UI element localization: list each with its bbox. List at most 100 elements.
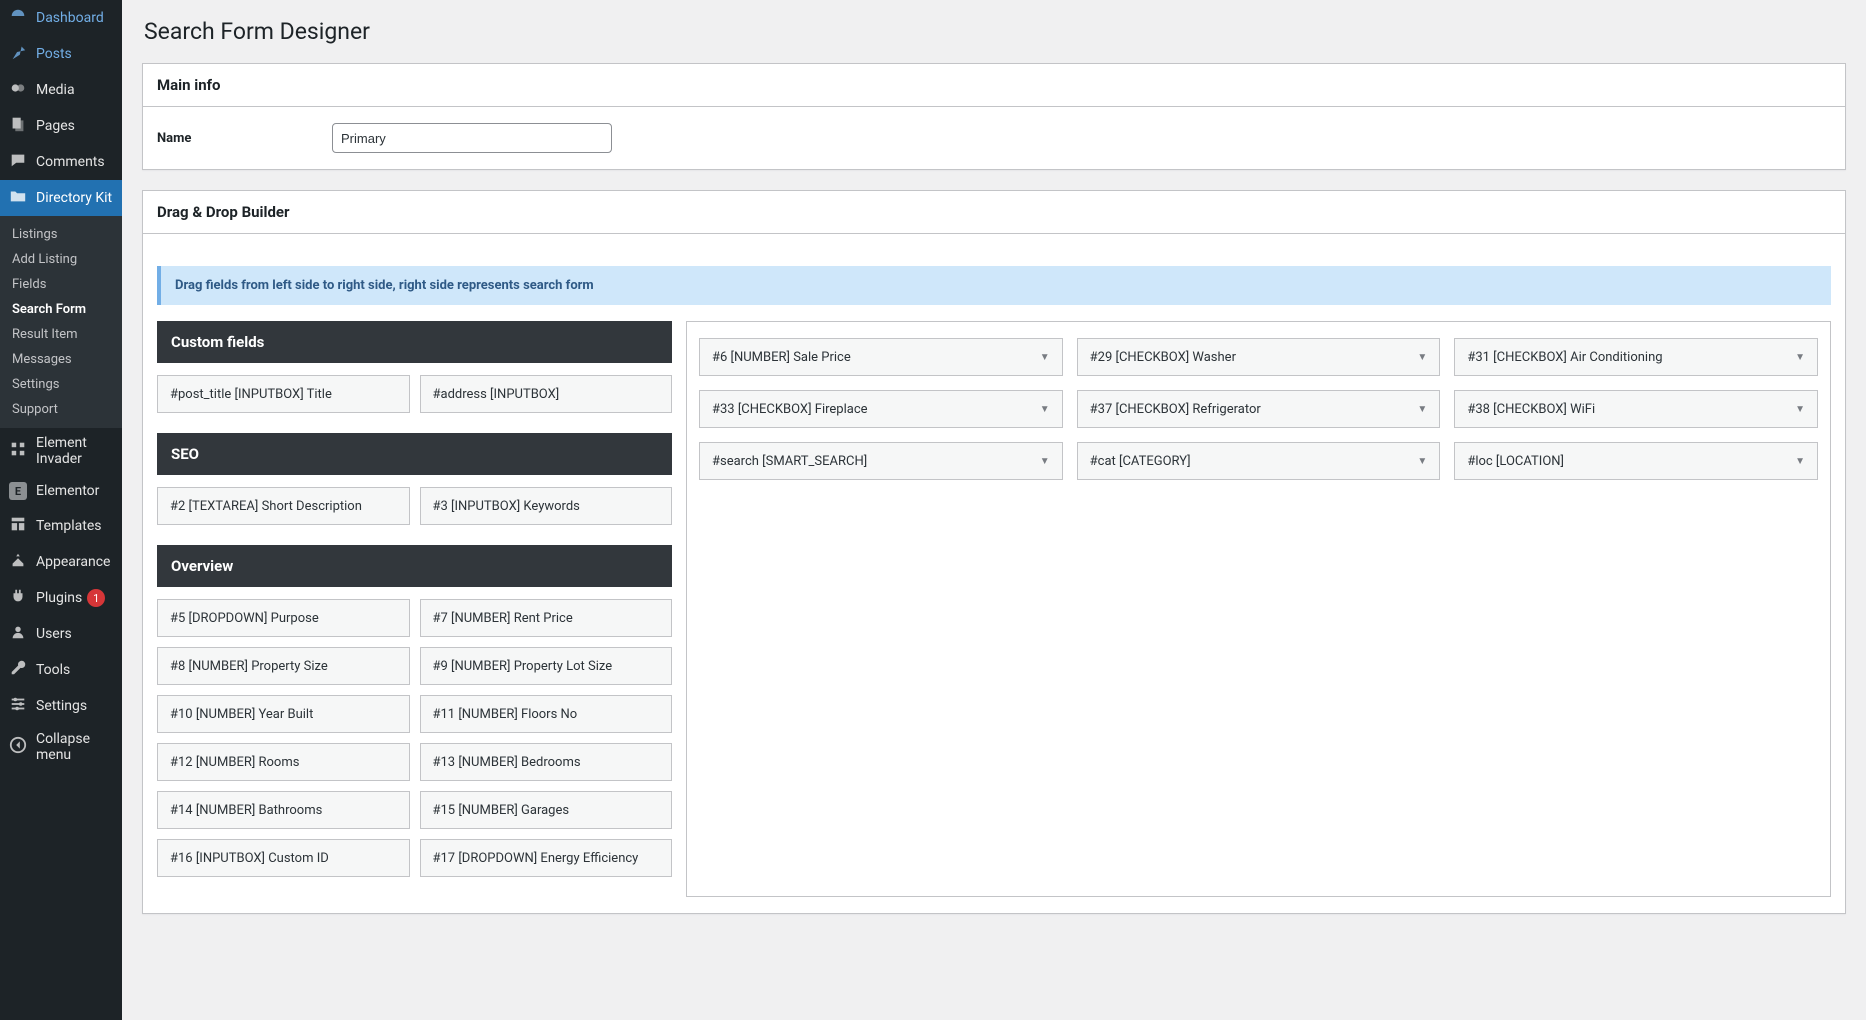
builder-form-fields[interactable]: #6 [NUMBER] Sale Price ▼ #29 [CHECKBOX] … (686, 321, 1831, 897)
form-field-label: #loc [LOCATION] (1467, 454, 1564, 469)
form-field-label: #6 [NUMBER] Sale Price (712, 350, 851, 365)
available-field[interactable]: #post_title [INPUTBOX] Title (157, 375, 410, 413)
form-field-label: #cat [CATEGORY] (1090, 454, 1191, 469)
sidebar-item-plugins[interactable]: Plugins 1 (0, 580, 122, 616)
form-field-label: #37 [CHECKBOX] Refrigerator (1090, 402, 1261, 417)
form-field[interactable]: #6 [NUMBER] Sale Price ▼ (699, 338, 1063, 376)
available-field[interactable]: #8 [NUMBER] Property Size (157, 647, 410, 685)
sidebar-item-label: Posts (36, 46, 72, 62)
form-field[interactable]: #37 [CHECKBOX] Refrigerator ▼ (1077, 390, 1441, 428)
sidebar-item-settings[interactable]: Settings (0, 688, 122, 724)
available-field[interactable]: #13 [NUMBER] Bedrooms (420, 743, 673, 781)
section-title-overview: Overview (157, 545, 672, 587)
page-title: Search Form Designer (144, 18, 1846, 45)
sidebar-item-pages[interactable]: Pages (0, 108, 122, 144)
sidebar-item-label: Templates (36, 518, 102, 534)
chevron-down-icon[interactable]: ▼ (1040, 404, 1050, 415)
grid-icon (8, 440, 28, 462)
form-field[interactable]: #loc [LOCATION] ▼ (1454, 442, 1818, 480)
available-field[interactable]: #9 [NUMBER] Property Lot Size (420, 647, 673, 685)
submenu-item-add-listing[interactable]: Add Listing (0, 247, 122, 272)
sidebar-item-users[interactable]: Users (0, 616, 122, 652)
form-field[interactable]: #38 [CHECKBOX] WiFi ▼ (1454, 390, 1818, 428)
available-field[interactable]: #7 [NUMBER] Rent Price (420, 599, 673, 637)
user-icon (8, 623, 28, 645)
submenu-item-settings[interactable]: Settings (0, 372, 122, 397)
chevron-down-icon[interactable]: ▼ (1795, 352, 1805, 363)
form-field[interactable]: #31 [CHECKBOX] Air Conditioning ▼ (1454, 338, 1818, 376)
pin-icon (8, 43, 28, 65)
sidebar-item-label: Tools (36, 662, 70, 678)
available-field[interactable]: #10 [NUMBER] Year Built (157, 695, 410, 733)
dashboard-icon (8, 7, 28, 29)
chevron-down-icon[interactable]: ▼ (1040, 352, 1050, 363)
submenu-item-search-form[interactable]: Search Form (0, 297, 122, 322)
media-icon (8, 79, 28, 101)
sidebar-item-elementor[interactable]: E Elementor (0, 474, 122, 508)
available-field[interactable]: #address [INPUTBOX] (420, 375, 673, 413)
submenu-item-messages[interactable]: Messages (0, 347, 122, 372)
form-field[interactable]: #33 [CHECKBOX] Fireplace ▼ (699, 390, 1063, 428)
sidebar-item-tools[interactable]: Tools (0, 652, 122, 688)
chevron-down-icon[interactable]: ▼ (1417, 456, 1427, 467)
sidebar-submenu: Listings Add Listing Fields Search Form … (0, 216, 122, 428)
form-field-label: #38 [CHECKBOX] WiFi (1467, 402, 1595, 417)
form-field-label: #29 [CHECKBOX] Washer (1090, 350, 1236, 365)
sidebar-item-label: Element Invader (36, 435, 114, 467)
sidebar-item-label: Media (36, 82, 75, 98)
submenu-item-fields[interactable]: Fields (0, 272, 122, 297)
chevron-down-icon[interactable]: ▼ (1795, 456, 1805, 467)
sliders-icon (8, 695, 28, 717)
name-row: Name (157, 123, 1831, 153)
sidebar-item-comments[interactable]: Comments (0, 144, 122, 180)
chevron-down-icon[interactable]: ▼ (1040, 456, 1050, 467)
sidebar-item-label: Plugins (36, 590, 82, 606)
sidebar-item-label: Collapse menu (36, 731, 114, 763)
collapse-icon (8, 736, 28, 758)
builder-header: Drag & Drop Builder (143, 191, 1845, 234)
available-field[interactable]: #3 [INPUTBOX] Keywords (420, 487, 673, 525)
builder-available-fields: Custom fields #post_title [INPUTBOX] Tit… (157, 321, 672, 897)
available-field[interactable]: #15 [NUMBER] Garages (420, 791, 673, 829)
available-field[interactable]: #16 [INPUTBOX] Custom ID (157, 839, 410, 877)
form-field-label: #search [SMART_SEARCH] (712, 454, 867, 469)
sidebar-item-templates[interactable]: Templates (0, 508, 122, 544)
chevron-down-icon[interactable]: ▼ (1417, 352, 1427, 363)
form-field[interactable]: #cat [CATEGORY] ▼ (1077, 442, 1441, 480)
chevron-down-icon[interactable]: ▼ (1417, 404, 1427, 415)
name-label: Name (157, 131, 332, 146)
available-field[interactable]: #5 [DROPDOWN] Purpose (157, 599, 410, 637)
plug-icon (8, 587, 28, 609)
sidebar-item-label: Dashboard (36, 10, 104, 26)
available-field[interactable]: #11 [NUMBER] Floors No (420, 695, 673, 733)
pages-icon (8, 115, 28, 137)
available-field[interactable]: #14 [NUMBER] Bathrooms (157, 791, 410, 829)
appearance-icon (8, 551, 28, 573)
main-info-header: Main info (143, 64, 1845, 107)
section-title-seo: SEO (157, 433, 672, 475)
form-field[interactable]: #29 [CHECKBOX] Washer ▼ (1077, 338, 1441, 376)
form-field[interactable]: #search [SMART_SEARCH] ▼ (699, 442, 1063, 480)
submenu-item-support[interactable]: Support (0, 397, 122, 422)
chevron-down-icon[interactable]: ▼ (1795, 404, 1805, 415)
name-input[interactable] (332, 123, 612, 153)
sidebar-item-element-invader[interactable]: Element Invader (0, 428, 122, 474)
available-field[interactable]: #2 [TEXTAREA] Short Description (157, 487, 410, 525)
sidebar-item-directory-kit[interactable]: Directory Kit (0, 180, 122, 216)
available-field[interactable]: #17 [DROPDOWN] Energy Efficiency (420, 839, 673, 877)
submenu-item-result-item[interactable]: Result Item (0, 322, 122, 347)
wrench-icon (8, 659, 28, 681)
available-field[interactable]: #12 [NUMBER] Rooms (157, 743, 410, 781)
sidebar-item-collapse[interactable]: Collapse menu (0, 724, 122, 770)
submenu-item-listings[interactable]: Listings (0, 222, 122, 247)
sidebar-item-posts[interactable]: Posts (0, 36, 122, 72)
sidebar-item-media[interactable]: Media (0, 72, 122, 108)
admin-sidebar: Dashboard Posts Media Pages Comments (0, 0, 122, 1020)
sidebar-item-appearance[interactable]: Appearance (0, 544, 122, 580)
elementor-icon: E (8, 482, 28, 500)
form-field-label: #33 [CHECKBOX] Fireplace (712, 402, 868, 417)
sidebar-item-label: Comments (36, 154, 105, 170)
sidebar-item-dashboard[interactable]: Dashboard (0, 0, 122, 36)
form-field-label: #31 [CHECKBOX] Air Conditioning (1467, 350, 1662, 365)
builder-card: Drag & Drop Builder Drag fields from lef… (142, 190, 1846, 914)
